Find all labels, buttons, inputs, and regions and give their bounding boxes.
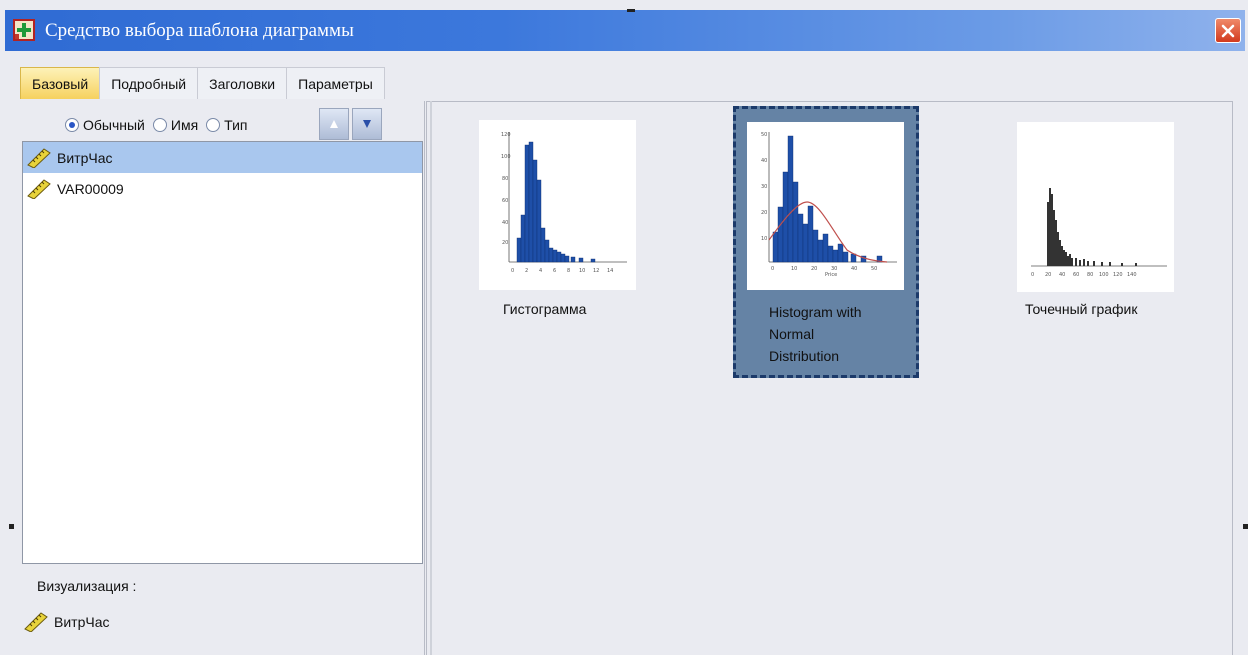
svg-text:40: 40	[502, 220, 508, 226]
svg-text:30: 30	[761, 184, 767, 190]
ruler-icon	[24, 612, 48, 632]
tab-bar: Базовый Подробный Заголовки Параметры	[20, 67, 385, 101]
svg-text:80: 80	[1087, 272, 1093, 278]
app-icon	[13, 19, 35, 41]
svg-text:10: 10	[791, 266, 797, 272]
svg-text:40: 40	[761, 158, 767, 164]
svg-text:100: 100	[1099, 272, 1109, 278]
gallery-label-line: Normal	[769, 326, 815, 342]
radio-checked-icon[interactable]	[65, 118, 79, 132]
svg-text:40: 40	[1059, 272, 1065, 278]
tab-options[interactable]: Параметры	[286, 67, 385, 99]
sort-option-label: Обычный	[83, 117, 145, 133]
gallery-label-line: Distribution	[769, 348, 840, 364]
resize-handle[interactable]	[1243, 524, 1248, 529]
svg-text:120: 120	[501, 132, 511, 138]
triangle-up-icon	[330, 120, 338, 128]
tab-basic[interactable]: Базовый	[20, 67, 101, 99]
svg-text:40: 40	[851, 266, 857, 272]
svg-text:120: 120	[1113, 272, 1123, 278]
radio-icon[interactable]	[206, 118, 221, 132]
variable-list[interactable]: ВитрЧас VAR00009	[22, 141, 423, 564]
ruler-icon	[27, 178, 51, 199]
svg-text:60: 60	[1073, 272, 1079, 278]
histogram-normal-preview-icon: 504030 2010 0 10 20 30 40 50 Price	[761, 132, 897, 278]
svg-text:0: 0	[1031, 272, 1034, 278]
svg-text:20: 20	[811, 266, 817, 272]
variable-name: ВитрЧас	[57, 149, 113, 166]
gallery-label-line: Histogram with	[769, 304, 862, 320]
svg-text:60: 60	[502, 198, 508, 204]
close-button[interactable]	[1215, 18, 1241, 43]
ruler-icon	[27, 147, 51, 168]
chart-template-chooser-window: Средство выбора шаблона диаграммы Базовы…	[0, 0, 1248, 655]
svg-text:6: 6	[553, 268, 556, 274]
svg-text:0: 0	[771, 266, 774, 272]
svg-text:20: 20	[502, 240, 508, 246]
sort-descending-button[interactable]	[352, 108, 382, 140]
sort-option-label: Имя	[170, 117, 199, 133]
sort-option-type[interactable]: Тип	[206, 117, 248, 133]
svg-text:20: 20	[761, 210, 767, 216]
visualization-variable: ВитрЧас	[24, 612, 109, 632]
svg-text:8: 8	[567, 268, 570, 274]
visualization-label: Визуализация :	[37, 578, 137, 594]
scatter-thumbnail: 0 20 40 60 80 100 120 140	[1017, 122, 1174, 292]
svg-text:50: 50	[761, 132, 767, 138]
svg-text:140: 140	[1127, 272, 1137, 278]
svg-text:100: 100	[501, 154, 511, 160]
title-bar[interactable]: Средство выбора шаблона диаграммы	[5, 10, 1245, 51]
svg-text:14: 14	[607, 268, 613, 274]
histogram-thumbnail: 120 100 80 60 40 20 0 2 4 6 8 10 12 14	[479, 120, 636, 290]
svg-text:10: 10	[579, 268, 585, 274]
sort-option-label: Тип	[224, 117, 248, 133]
sort-option-name[interactable]: Имя	[152, 117, 199, 133]
gallery-item-label: Histogram with Normal Distribution	[769, 301, 862, 367]
dot-plot-preview-icon: 0 20 40 60 80 100 120 140	[1031, 188, 1167, 278]
resize-handle[interactable]	[9, 524, 14, 529]
svg-text:50: 50	[871, 266, 877, 272]
panel-divider	[430, 101, 432, 655]
gallery-item-histogram-normal[interactable]: 50 40 30 20 10 0 10 20 30 40 50 Price Histogram…	[733, 106, 919, 378]
variable-name: VAR00009	[57, 180, 124, 197]
list-item[interactable]: VAR00009	[23, 173, 422, 204]
sort-ascending-button[interactable]	[319, 108, 349, 140]
list-item[interactable]: ВитрЧас	[23, 142, 422, 173]
gallery-item-label: Гистограмма	[503, 301, 587, 317]
tab-titles[interactable]: Заголовки	[197, 67, 288, 99]
close-icon	[1221, 24, 1235, 38]
sort-option-natural[interactable]: Обычный	[65, 117, 145, 133]
histogram-preview-icon: 120 100 80 60 40 20 0 2 4 6 8 10 12 14	[501, 132, 627, 274]
svg-text:10: 10	[761, 236, 767, 242]
triangle-down-icon	[363, 120, 371, 128]
svg-text:Price: Price	[825, 272, 837, 278]
svg-text:0: 0	[511, 268, 514, 274]
gallery-item-histogram[interactable]: 120 100 80 60 40 20 0 2 4 6 8 10 12 14 Гистограмм…	[470, 108, 656, 380]
svg-text:20: 20	[1045, 272, 1051, 278]
visualization-variable-name: ВитрЧас	[54, 614, 110, 630]
gallery-item-scatter[interactable]: 0 20 40 60 80 100 120 140 Точечный график	[1008, 108, 1194, 380]
tab-detailed[interactable]: Подробный	[99, 67, 199, 99]
gallery-item-label: Точечный график	[1025, 301, 1138, 317]
svg-text:2: 2	[525, 268, 528, 274]
sort-radio-group: Обычный Имя Тип	[65, 110, 256, 140]
svg-text:80: 80	[502, 176, 508, 182]
svg-text:4: 4	[539, 268, 542, 274]
resize-handle[interactable]	[627, 9, 635, 12]
radio-icon[interactable]	[152, 118, 167, 132]
histogram-normal-thumbnail: 50 40 30 20 10 0 10 20 30 40 50 Price	[747, 122, 904, 290]
svg-text:12: 12	[593, 268, 599, 274]
window-title: Средство выбора шаблона диаграммы	[45, 20, 354, 41]
